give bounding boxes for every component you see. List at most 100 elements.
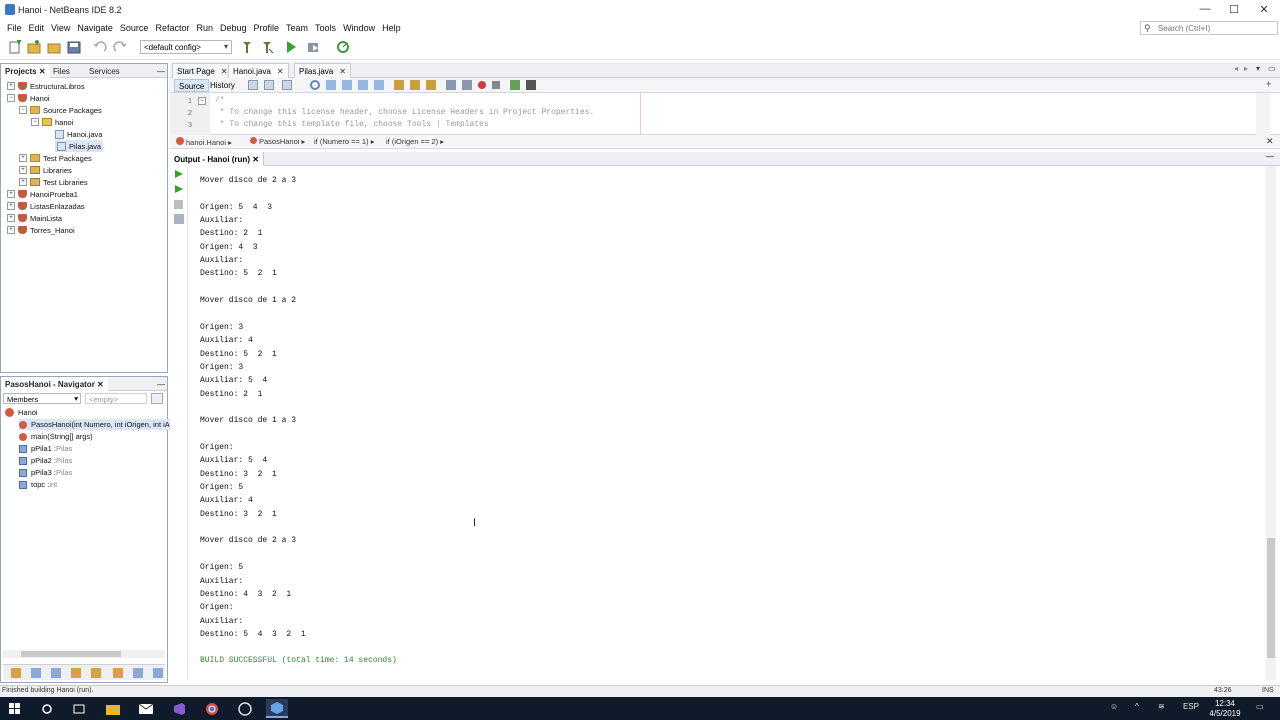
toggle-bookmark-icon[interactable] (426, 80, 436, 90)
tree-item[interactable]: + EstructuraLibros (7, 80, 85, 92)
tree-item[interactable]: + MainLista (7, 212, 62, 224)
new-file-icon[interactable] (8, 40, 24, 56)
menu-debug[interactable]: Debug (217, 23, 251, 33)
menu-window[interactable]: Window (340, 23, 379, 33)
config-dropdown[interactable]: <default config> ▾ (140, 40, 232, 54)
run-project-icon[interactable] (284, 40, 300, 56)
tab-projects[interactable]: Projects ✕ (1, 64, 50, 78)
find-next-icon[interactable] (342, 80, 352, 90)
save-all-icon[interactable] (67, 40, 83, 56)
output-scrollbar[interactable] (1266, 166, 1276, 680)
tab-navigator[interactable]: PasosHanoi - Navigator ✕ (1, 377, 108, 391)
collapse-icon[interactable]: − (19, 106, 27, 114)
tab-files[interactable]: Files (49, 64, 74, 78)
tab-start-page[interactable]: Start Page ✕ (172, 63, 233, 78)
tree-item[interactable]: Hanoi.java (55, 128, 102, 140)
tree-item[interactable]: + ListasEnlazadas (7, 200, 85, 212)
minimize-panel-icon[interactable]: — (153, 64, 169, 78)
menu-run[interactable]: Run (193, 23, 217, 33)
stop-icon[interactable] (174, 200, 183, 209)
minimize-button[interactable]: — (1190, 3, 1220, 15)
fold-toggle-icon[interactable]: − (198, 97, 206, 105)
tree-item[interactable]: Pilas.java (55, 140, 104, 152)
filter-toggle-icon[interactable] (51, 668, 61, 678)
filter-toggle-icon[interactable] (153, 668, 163, 678)
notifications-icon[interactable]: ▭ (1256, 702, 1264, 711)
menu-view[interactable]: View (48, 23, 74, 33)
redo-icon[interactable] (113, 40, 129, 56)
tab-output[interactable]: Output - Hanoi (run) ✕ (170, 152, 264, 166)
file-explorer-icon[interactable] (102, 699, 124, 718)
navigator-item[interactable]: PasosHanoi(int Numero, int iOrigen, int … (19, 419, 174, 430)
expand-icon[interactable]: + (19, 166, 27, 174)
people-icon[interactable]: ☺ (1110, 702, 1118, 711)
shift-right-icon[interactable] (462, 80, 472, 90)
scroll-tabs-left-icon[interactable]: ◂ (1234, 64, 1238, 73)
comment-icon[interactable] (510, 80, 520, 90)
navigator-hscroll[interactable] (3, 650, 165, 658)
close-icon[interactable]: ✕ (221, 67, 228, 76)
filter-toggle-icon[interactable] (71, 668, 81, 678)
expand-icon[interactable]: + (7, 214, 15, 222)
navigator-item[interactable]: Hanoi (5, 407, 38, 418)
next-bookmark-icon[interactable] (410, 80, 420, 90)
tree-item[interactable]: − hanoi (31, 116, 73, 128)
undo-icon[interactable] (93, 40, 109, 56)
clean-build-icon[interactable] (260, 40, 276, 56)
breadcrumb-class[interactable]: hanoi.Hanoi ▸ (176, 137, 232, 147)
visual-studio-icon[interactable] (168, 699, 190, 718)
breadcrumb-if-1[interactable]: if (Numero == 1) ▸ (314, 137, 374, 146)
debug-project-icon[interactable] (307, 40, 323, 56)
rerun-with-params-icon[interactable] (174, 184, 184, 196)
expand-icon[interactable]: + (19, 178, 27, 186)
clock[interactable]: 12:34 4/5/2019 (1200, 699, 1250, 719)
toggle-highlight-icon[interactable] (358, 80, 368, 90)
close-icon[interactable]: ✕ (97, 380, 104, 389)
close-icon[interactable]: ✕ (277, 67, 284, 76)
menu-tools[interactable]: Tools (312, 23, 340, 33)
tab-services[interactable]: Services (85, 64, 124, 78)
output-console[interactable] (170, 166, 1270, 680)
find-icon[interactable] (310, 80, 320, 90)
close-icon[interactable]: ✕ (1266, 136, 1274, 147)
navigator-item[interactable]: topc : int (19, 479, 57, 490)
search-icon[interactable] (36, 699, 58, 718)
forward-icon[interactable] (282, 80, 292, 90)
filter-icon[interactable] (151, 393, 163, 404)
search-input[interactable]: ⚲ Search (Ctrl+I) (1140, 21, 1278, 35)
scroll-tabs-right-icon[interactable]: ▸ (1244, 64, 1248, 73)
expand-icon[interactable]: + (7, 202, 15, 210)
tab-history[interactable]: History (206, 79, 239, 92)
settings-icon[interactable] (174, 214, 184, 224)
filter-toggle-icon[interactable] (133, 668, 143, 678)
app-icon[interactable] (234, 699, 256, 718)
netbeans-taskbar-icon[interactable] (266, 699, 288, 718)
previous-bookmark-icon[interactable] (394, 80, 404, 90)
mail-icon[interactable] (135, 699, 157, 718)
task-view-icon[interactable] (68, 699, 90, 718)
show-opened-documents-icon[interactable]: ▾ (1256, 64, 1260, 73)
close-icon[interactable]: ✕ (339, 67, 346, 76)
close-icon[interactable]: ✕ (252, 155, 259, 164)
minimize-panel-icon[interactable]: — (153, 377, 169, 391)
input-language[interactable]: ESP (1183, 702, 1199, 711)
network-icon[interactable]: ≋ (1158, 702, 1165, 711)
breadcrumb-if-2[interactable]: if (iOrigen == 2) ▸ (386, 137, 444, 146)
new-project-icon[interactable] (27, 40, 43, 56)
collapse-icon[interactable]: − (31, 118, 39, 126)
expand-icon[interactable]: + (7, 82, 15, 90)
tree-item[interactable]: − Hanoi (7, 92, 50, 104)
menu-file[interactable]: File (4, 23, 26, 33)
tree-item[interactable]: + Test Libraries (19, 176, 88, 188)
filter-toggle-icon[interactable] (113, 668, 123, 678)
tab-pilas-java[interactable]: Pilas.java ✕ (294, 63, 351, 78)
build-project-icon[interactable] (240, 40, 256, 56)
rerun-icon[interactable] (174, 169, 184, 181)
members-dropdown[interactable]: Members ▾ (3, 393, 81, 404)
empty-dropdown[interactable]: <empty> (85, 393, 147, 404)
find-previous-icon[interactable] (326, 80, 336, 90)
breadcrumb-method[interactable]: PasosHanoi ▸ (250, 137, 305, 146)
shift-left-icon[interactable] (446, 80, 456, 90)
stop-macro-icon[interactable] (492, 81, 500, 89)
filter-toggle-icon[interactable] (11, 668, 21, 678)
